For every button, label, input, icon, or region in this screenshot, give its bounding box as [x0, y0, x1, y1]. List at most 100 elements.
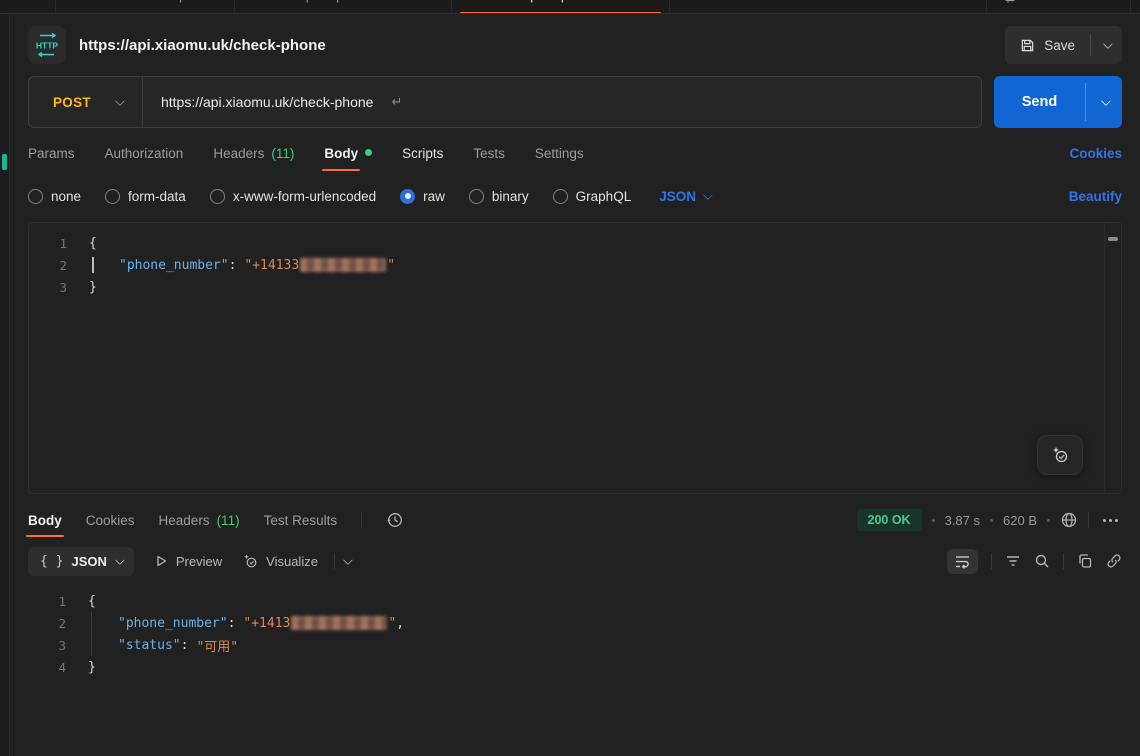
response-size[interactable]: 620 B [1003, 513, 1037, 528]
response-body-editor[interactable]: 1 { 2 "phone_number" : "+1413 " , 3 "sta… [10, 584, 1140, 756]
cookies-link[interactable]: Cookies [1069, 146, 1122, 161]
radio-graphql[interactable]: GraphQL [553, 189, 632, 204]
new-tab-button[interactable]: + [670, 0, 707, 5]
chevron-down-icon [1100, 96, 1110, 106]
tab-settings[interactable]: Settings [535, 128, 584, 178]
request-tab-1[interactable]: GET Untitled Request [56, 0, 235, 14]
radio-icon [469, 189, 484, 204]
radio-raw-selected[interactable]: raw [400, 189, 445, 204]
line-number: 3 [29, 280, 67, 295]
code-line[interactable]: 2 "phone_number" : "+14133 " [29, 254, 1121, 276]
method-badge-post: POST [480, 0, 509, 2]
tab-body-active[interactable]: Body [324, 128, 372, 178]
radio-selected-icon [400, 189, 415, 204]
response-meta: 200 OK 3.87 s 620 B [857, 509, 1123, 531]
code-line[interactable]: 3 } [29, 276, 1121, 298]
body-content-dot [365, 149, 372, 156]
response-history-button[interactable] [386, 511, 404, 529]
response-tab-headers[interactable]: Headers (11) [159, 500, 240, 540]
divider [334, 553, 335, 569]
copy-icon[interactable] [1077, 553, 1093, 569]
radio-none[interactable]: none [28, 189, 81, 204]
environment-quick-look-icon [1003, 0, 1017, 3]
save-button[interactable]: Save [1005, 26, 1090, 64]
visualize-button[interactable]: Visualize [242, 553, 350, 569]
line-number: 4 [28, 660, 66, 675]
status-badge[interactable]: 200 OK [857, 509, 922, 531]
response-format-dropdown[interactable]: { } JSON [28, 547, 134, 576]
enter-hint-icon: ↵ [391, 94, 402, 110]
divider [1088, 512, 1089, 528]
chevron-down-icon [1103, 39, 1113, 49]
code-line[interactable]: 1 { [28, 590, 1122, 612]
scrollbar-thumb[interactable] [1108, 237, 1118, 241]
request-tab-2[interactable]: GET https://api.xiaomu.uk/ch [235, 0, 453, 14]
code-line[interactable]: 3 "status" : "可用" [28, 634, 1122, 656]
save-options-button[interactable] [1091, 26, 1122, 64]
json-value-visible: "+1413 [243, 616, 290, 631]
request-url-row: POST https://api.xiaomu.uk/check-phone ↵… [28, 76, 1122, 128]
preview-button[interactable]: Preview [154, 554, 222, 569]
radio-icon [553, 189, 568, 204]
radio-x-www-form-urlencoded[interactable]: x-www-form-urlencoded [210, 189, 376, 204]
body-type-options: none form-data x-www-form-urlencoded raw… [28, 178, 1122, 214]
method-selector[interactable]: POST [29, 95, 142, 110]
sparkle-circle-icon [242, 553, 258, 569]
request-title: https://api.xiaomu.uk/check-phone [79, 37, 326, 54]
json-key: "status" [118, 638, 181, 653]
send-split-button: Send [994, 76, 1122, 128]
request-tab-title: https://api.xiaomu.uk/ch [292, 0, 423, 3]
response-tab-cookies[interactable]: Cookies [86, 500, 135, 540]
redacted-phone-digits [291, 616, 387, 630]
more-options-icon[interactable] [1099, 519, 1122, 522]
filter-icon[interactable] [1005, 554, 1021, 568]
wrap-text-button-active[interactable] [947, 549, 978, 574]
tab-headers[interactable]: Headers (11) [213, 128, 294, 178]
link-icon[interactable] [1106, 553, 1122, 569]
code-line[interactable]: 1 { [29, 232, 1121, 254]
radio-icon [28, 189, 43, 204]
environment-selector[interactable]: No environment [986, 0, 1130, 14]
beautify-link[interactable]: Beautify [1069, 189, 1122, 204]
radio-binary[interactable]: binary [469, 189, 529, 204]
response-view-tools [947, 549, 1122, 574]
tab-tests[interactable]: Tests [473, 128, 505, 178]
indent-guide [91, 634, 92, 656]
tab-scripts[interactable]: Scripts [402, 128, 443, 178]
save-icon [1020, 38, 1035, 53]
code-line[interactable]: 2 "phone_number" : "+1413 " , [28, 612, 1122, 634]
divider [991, 553, 992, 569]
tab-authorization[interactable]: Authorization [105, 128, 184, 178]
method-label: POST [29, 95, 115, 110]
dot-separator [932, 519, 935, 522]
json-key: "phone_number" [118, 616, 228, 631]
tab-bar-spacer [0, 0, 56, 14]
environment-label: No environment [1026, 0, 1114, 3]
send-button[interactable]: Send [994, 76, 1085, 128]
response-header: Body Cookies Headers (11) Test Results 2… [28, 500, 1122, 540]
collapsed-sidebar-strip[interactable] [0, 14, 10, 756]
line-number: 2 [28, 616, 66, 631]
radio-form-data[interactable]: form-data [105, 189, 186, 204]
response-tab-body-active[interactable]: Body [28, 500, 62, 540]
response-tab-test-results[interactable]: Test Results [264, 500, 338, 540]
response-time[interactable]: 3.87 s [945, 513, 980, 528]
code-line[interactable]: 4 } [28, 656, 1122, 678]
search-icon[interactable] [1034, 553, 1050, 569]
request-tab-title: Untitled Request [113, 0, 205, 3]
tab-bar-end-divider [1130, 0, 1140, 14]
send-options-button[interactable] [1086, 76, 1122, 128]
active-tab-underline [460, 12, 661, 14]
line-number: 1 [29, 236, 67, 251]
postbot-ai-button[interactable] [1037, 435, 1083, 475]
request-tab-3-active[interactable]: POST https://api.xiaomu.uk/c [452, 0, 670, 14]
divider [361, 512, 362, 528]
globe-network-icon[interactable] [1060, 511, 1078, 529]
divider [1063, 553, 1064, 569]
url-input[interactable]: https://api.xiaomu.uk/check-phone ↵ [143, 94, 981, 110]
raw-format-dropdown[interactable]: JSON [659, 189, 710, 204]
chevron-down-icon [115, 96, 125, 106]
request-body-editor[interactable]: 1 { 2 "phone_number" : "+14133 " 3 } [28, 222, 1122, 494]
tab-params[interactable]: Params [28, 128, 75, 178]
editor-scrollbar[interactable] [1104, 223, 1121, 493]
